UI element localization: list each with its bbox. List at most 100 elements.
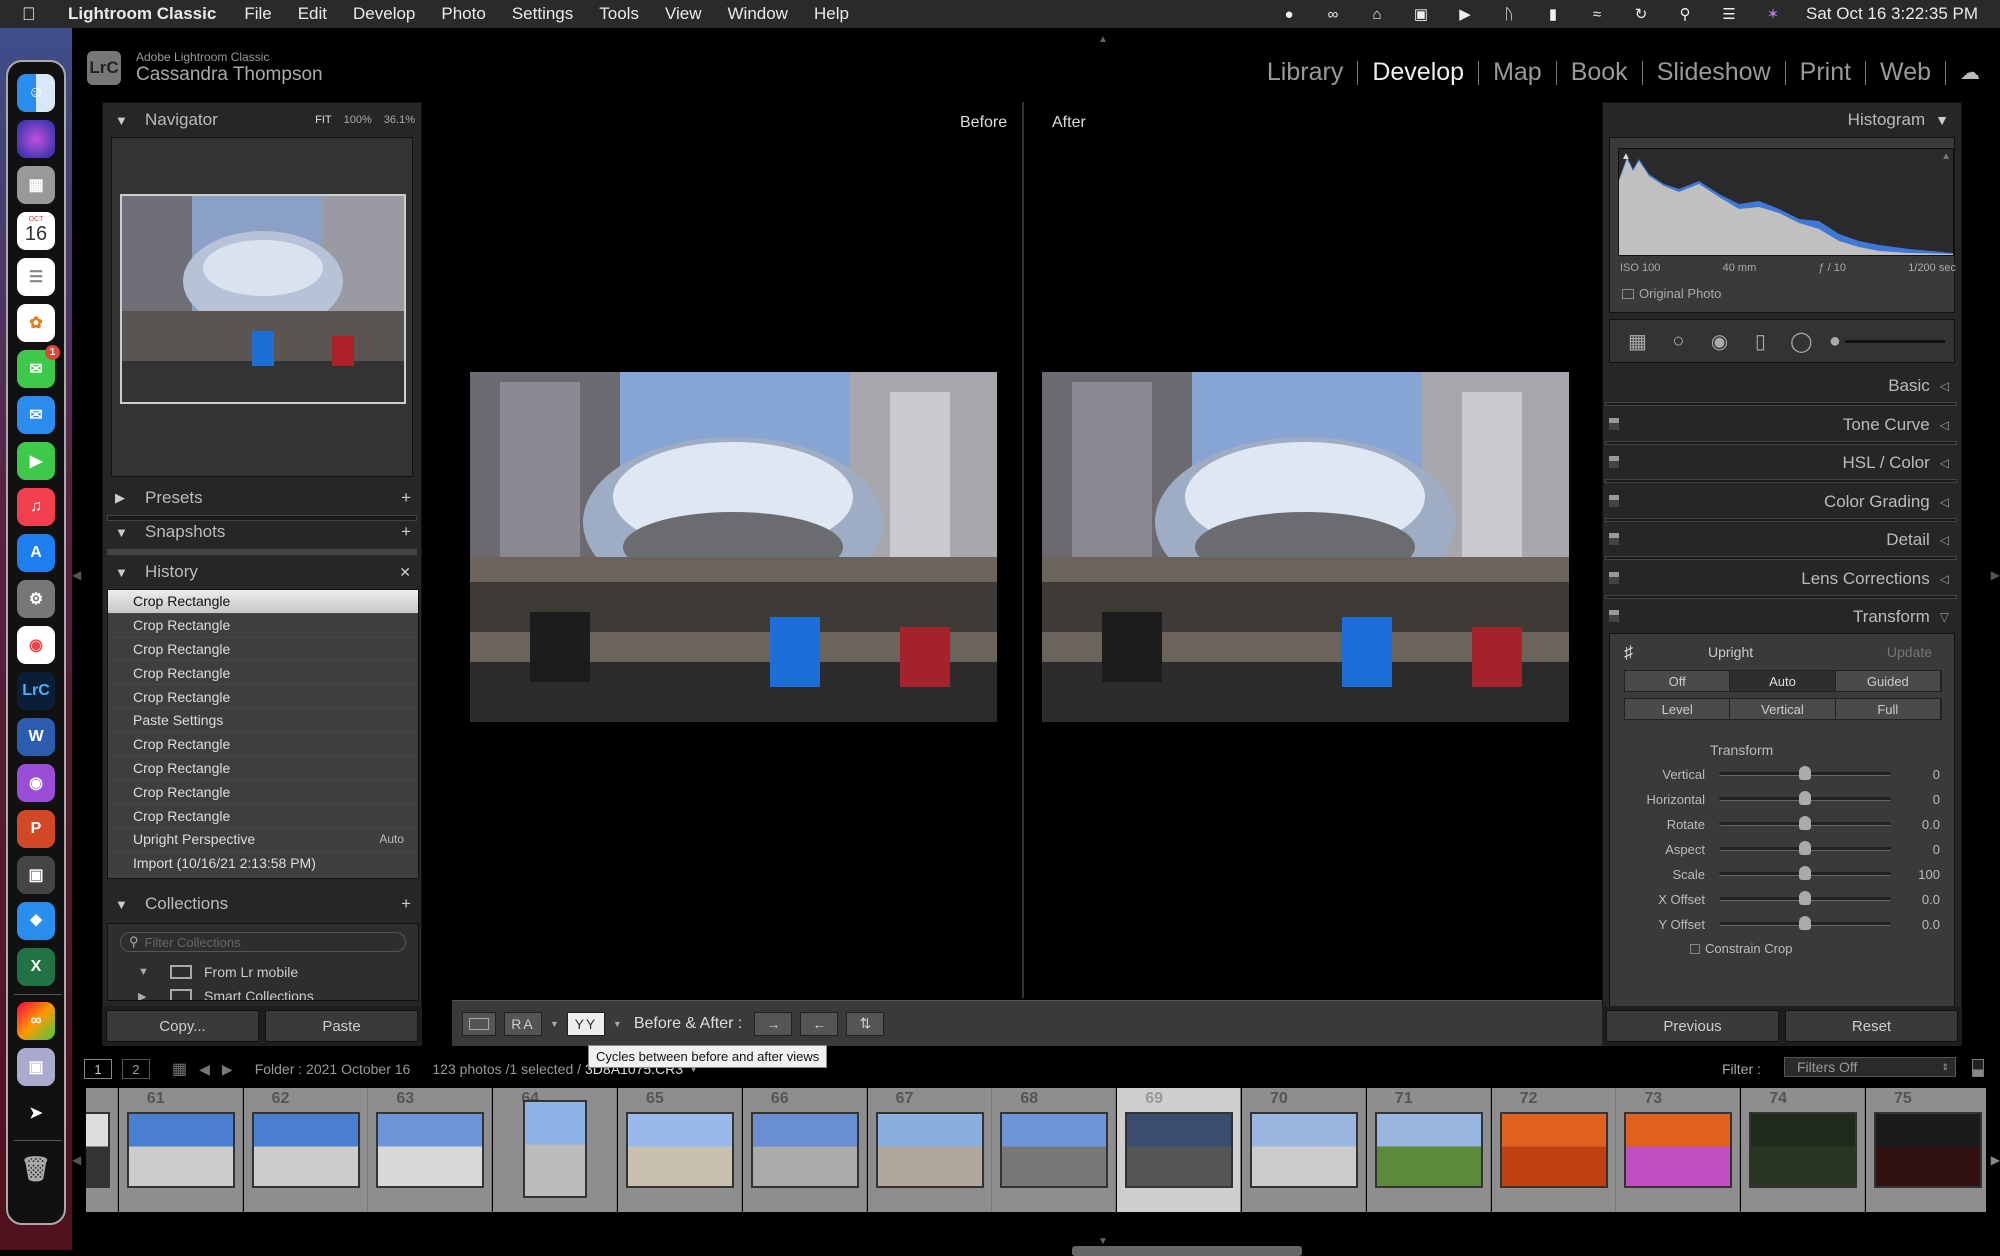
- cloud-sync-icon[interactable]: ☁: [1960, 60, 1980, 85]
- histogram-graph[interactable]: ▲ ▲: [1618, 148, 1954, 256]
- crop-overlay-icon[interactable]: ▦: [1624, 327, 1651, 355]
- play-icon[interactable]: ▶: [1454, 5, 1476, 23]
- chevron-down-icon[interactable]: ▼: [550, 1019, 559, 1029]
- filmstrip-thumbnail[interactable]: [1250, 1112, 1358, 1188]
- main-screen-button[interactable]: 1: [84, 1059, 112, 1079]
- guided-upright-tool-icon[interactable]: ♯: [1624, 642, 1633, 663]
- excel-icon[interactable]: X: [17, 948, 55, 986]
- menu-view[interactable]: View: [665, 4, 702, 24]
- history-item[interactable]: Crop Rectangle: [108, 661, 418, 686]
- module-map[interactable]: Map: [1479, 58, 1556, 87]
- right-panel-toggle-icon[interactable]: ▶: [1991, 568, 2000, 582]
- history-item[interactable]: Import (10/16/21 2:13:58 PM): [108, 852, 418, 876]
- reminders-icon[interactable]: ☰: [17, 258, 55, 296]
- finder-icon[interactable]: ☺: [17, 74, 55, 112]
- swap-before-after-button[interactable]: ⇅: [846, 1011, 885, 1036]
- slider-track[interactable]: [1719, 866, 1891, 880]
- slider-value[interactable]: 0.0: [1922, 817, 1940, 832]
- add-preset-icon[interactable]: +: [401, 488, 411, 508]
- slider-track[interactable]: [1719, 766, 1891, 780]
- app-store-icon[interactable]: A: [17, 534, 55, 572]
- panel-on-off-switch[interactable]: [1609, 456, 1619, 468]
- slider-handle[interactable]: [1799, 866, 1811, 880]
- menu-photo[interactable]: Photo: [441, 4, 485, 24]
- upright-auto-button[interactable]: Auto: [1730, 671, 1836, 691]
- copy-before-to-after-button[interactable]: →: [754, 1011, 793, 1036]
- slider-track[interactable]: [1719, 841, 1891, 855]
- filmstrip-cell[interactable]: 66: [742, 1088, 867, 1212]
- navigator-preview[interactable]: [111, 137, 413, 477]
- filmstrip-thumbnail[interactable]: [750, 1112, 859, 1188]
- siri-app-icon[interactable]: [17, 120, 55, 158]
- filmstrip-cell[interactable]: 70: [1242, 1088, 1366, 1212]
- reset-button[interactable]: Reset: [1785, 1010, 1958, 1042]
- camera-utility-icon[interactable]: ▣: [17, 856, 55, 894]
- filmstrip-cell[interactable]: 61: [118, 1088, 243, 1212]
- expand-triangle-icon[interactable]: ▶: [138, 990, 158, 1001]
- history-item[interactable]: Crop Rectangle: [108, 614, 418, 638]
- filmstrip-thumbnail[interactable]: [523, 1100, 588, 1198]
- red-eye-icon[interactable]: ◉: [1706, 327, 1733, 355]
- upright-off-button[interactable]: Off: [1625, 671, 1731, 691]
- module-web[interactable]: Web: [1866, 58, 1945, 87]
- bottom-panel-toggle-icon[interactable]: ▼: [1098, 1236, 1108, 1247]
- collapse-triangle-icon[interactable]: ▼: [138, 966, 158, 978]
- history-item[interactable]: Crop Rectangle: [108, 733, 418, 757]
- panel-on-off-switch[interactable]: [1609, 533, 1619, 545]
- scribe-icon[interactable]: ●: [1278, 5, 1300, 23]
- photos-icon[interactable]: ✿: [17, 304, 55, 342]
- collections-header[interactable]: ▼ Collections +: [103, 887, 423, 921]
- filmstrip-thumbnail[interactable]: [1874, 1112, 1982, 1188]
- panel-on-off-switch[interactable]: [1609, 417, 1619, 430]
- previous-button[interactable]: Previous: [1606, 1010, 1779, 1042]
- slider-value[interactable]: 100: [1918, 867, 1940, 882]
- navigator-header[interactable]: ▼ Navigator FIT 100% 36.1%: [103, 103, 423, 137]
- menu-clock[interactable]: Sat Oct 16 3:22:35 PM: [1806, 4, 1978, 24]
- snapshots-header[interactable]: ▼ Snapshots +: [103, 515, 423, 549]
- control-center-icon[interactable]: ☰: [1718, 5, 1740, 23]
- collection-set-item[interactable]: ▶ Smart Collections: [108, 984, 418, 1001]
- slider-handle[interactable]: [1799, 791, 1811, 805]
- slider-track[interactable]: [1719, 891, 1891, 905]
- filmstrip-thumbnail[interactable]: [1000, 1112, 1109, 1188]
- original-photo-checkbox[interactable]: Original Photo: [1622, 286, 1721, 301]
- filmstrip-cell[interactable]: 68: [992, 1088, 1117, 1212]
- upright-vertical-button[interactable]: Vertical: [1730, 699, 1836, 719]
- module-develop[interactable]: Develop: [1358, 58, 1478, 87]
- slider-handle[interactable]: [1799, 816, 1811, 830]
- slider-handle[interactable]: [1799, 766, 1811, 780]
- podcasts-icon[interactable]: ◉: [17, 764, 55, 802]
- camera-monitor-icon[interactable]: ▣: [1410, 5, 1432, 23]
- safari-icon[interactable]: ❖: [17, 902, 55, 940]
- shadow-clipping-icon[interactable]: ▲: [1621, 151, 1631, 162]
- folder-path[interactable]: Folder : 2021 October 16: [255, 1061, 411, 1077]
- module-slideshow[interactable]: Slideshow: [1643, 58, 1785, 87]
- loupe-view-button[interactable]: [462, 1011, 496, 1036]
- word-icon[interactable]: W: [17, 718, 55, 756]
- menu-window[interactable]: Window: [728, 4, 788, 24]
- slider-value[interactable]: 0.0: [1922, 892, 1940, 907]
- slider-handle[interactable]: [1799, 841, 1811, 855]
- history-item[interactable]: Upright Perspective Auto: [108, 828, 418, 852]
- filmstrip-scroll-right-icon[interactable]: ▶: [1991, 1153, 2000, 1167]
- battery-icon[interactable]: ▮: [1542, 5, 1564, 23]
- wifi-icon[interactable]: ≈: [1586, 5, 1608, 23]
- update-button[interactable]: Update: [1887, 644, 1932, 660]
- filter-collections-input[interactable]: ⚲ Filter Collections: [120, 932, 406, 952]
- filmstrip-thumbnail[interactable]: [376, 1112, 485, 1188]
- creative-cloud-icon[interactable]: ∞: [1322, 5, 1344, 23]
- slider-track[interactable]: [1719, 916, 1891, 930]
- zoom-custom[interactable]: 36.1%: [384, 114, 415, 126]
- add-snapshot-icon[interactable]: +: [401, 522, 411, 542]
- collection-set-item[interactable]: ▼ From Lr mobile: [108, 960, 418, 984]
- copy-button[interactable]: Copy...: [106, 1010, 259, 1042]
- filmstrip-cell[interactable]: 75: [1866, 1088, 1986, 1212]
- filmstrip-thumbnail[interactable]: [1374, 1112, 1483, 1188]
- filmstrip-thumbnail[interactable]: [626, 1112, 734, 1188]
- chrome-icon[interactable]: ◉: [17, 626, 55, 664]
- add-collection-icon[interactable]: +: [401, 894, 411, 914]
- launchpad-icon[interactable]: ▦: [17, 166, 55, 204]
- history-item[interactable]: Crop Rectangle: [108, 590, 418, 614]
- lightroom-classic-icon[interactable]: LrC: [17, 672, 55, 710]
- module-print[interactable]: Print: [1786, 58, 1865, 87]
